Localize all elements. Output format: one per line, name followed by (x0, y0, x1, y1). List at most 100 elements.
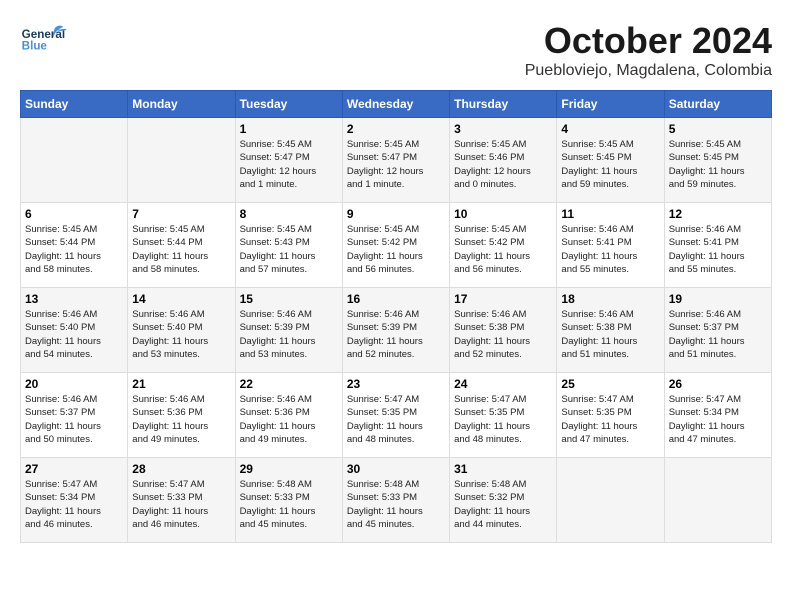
day-number: 19 (669, 292, 767, 306)
day-number: 17 (454, 292, 552, 306)
calendar-cell: 1 Sunrise: 5:45 AMSunset: 5:47 PMDaylight… (235, 118, 342, 203)
calendar-cell: 6 Sunrise: 5:45 AMSunset: 5:44 PMDaylight… (21, 203, 128, 288)
day-number: 4 (561, 122, 659, 136)
calendar-cell: 19 Sunrise: 5:46 AMSunset: 5:37 PMDayligh… (664, 288, 771, 373)
calendar-cell: 22 Sunrise: 5:46 AMSunset: 5:36 PMDayligh… (235, 373, 342, 458)
logo-icon: General Blue (20, 20, 70, 60)
day-info: Sunrise: 5:45 AMSunset: 5:42 PMDaylight:… (347, 223, 445, 276)
calendar-cell: 31Sunrise: 5:48 AMSunset: 5:32 PMDayligh… (450, 458, 557, 543)
month-title: October 2024 (525, 20, 772, 62)
calendar-cell: 14 Sunrise: 5:46 AMSunset: 5:40 PMDayligh… (128, 288, 235, 373)
calendar-cell: 16 Sunrise: 5:46 AMSunset: 5:39 PMDayligh… (342, 288, 449, 373)
day-info: Sunrise: 5:46 AMSunset: 5:41 PMDaylight:… (561, 223, 659, 276)
calendar-cell: 8 Sunrise: 5:45 AMSunset: 5:43 PMDaylight… (235, 203, 342, 288)
day-info: Sunrise: 5:47 AMSunset: 5:33 PMDaylight:… (132, 478, 230, 531)
title-block: October 2024 Puebloviejo, Magdalena, Col… (525, 20, 772, 80)
calendar-cell: 26Sunrise: 5:47 AMSunset: 5:34 PMDayligh… (664, 373, 771, 458)
calendar-cell: 13 Sunrise: 5:46 AMSunset: 5:40 PMDayligh… (21, 288, 128, 373)
weekday-header-wednesday: Wednesday (342, 91, 449, 118)
day-number: 13 (25, 292, 123, 306)
day-number: 2 (347, 122, 445, 136)
calendar-cell: 24Sunrise: 5:47 AMSunset: 5:35 PMDayligh… (450, 373, 557, 458)
weekday-header-thursday: Thursday (450, 91, 557, 118)
day-info: Sunrise: 5:45 AMSunset: 5:46 PMDaylight:… (454, 138, 552, 191)
svg-text:Blue: Blue (22, 40, 48, 53)
day-info: Sunrise: 5:46 AMSunset: 5:36 PMDaylight:… (132, 393, 230, 446)
calendar-cell: 20 Sunrise: 5:46 AMSunset: 5:37 PMDayligh… (21, 373, 128, 458)
week-row-3: 13 Sunrise: 5:46 AMSunset: 5:40 PMDayligh… (21, 288, 772, 373)
calendar-cell: 15 Sunrise: 5:46 AMSunset: 5:39 PMDayligh… (235, 288, 342, 373)
day-number: 14 (132, 292, 230, 306)
day-number: 5 (669, 122, 767, 136)
day-info: Sunrise: 5:48 AMSunset: 5:32 PMDaylight:… (454, 478, 552, 531)
day-info: Sunrise: 5:45 AMSunset: 5:42 PMDaylight:… (454, 223, 552, 276)
calendar-cell: 27Sunrise: 5:47 AMSunset: 5:34 PMDayligh… (21, 458, 128, 543)
calendar-cell (128, 118, 235, 203)
calendar-cell: 17 Sunrise: 5:46 AMSunset: 5:38 PMDayligh… (450, 288, 557, 373)
day-info: Sunrise: 5:45 AMSunset: 5:44 PMDaylight:… (132, 223, 230, 276)
day-number: 1 (240, 122, 338, 136)
day-info: Sunrise: 5:45 AMSunset: 5:47 PMDaylight:… (240, 138, 338, 191)
day-number: 18 (561, 292, 659, 306)
day-info: Sunrise: 5:45 AMSunset: 5:45 PMDaylight:… (561, 138, 659, 191)
day-info: Sunrise: 5:46 AMSunset: 5:37 PMDaylight:… (25, 393, 123, 446)
day-info: Sunrise: 5:47 AMSunset: 5:34 PMDaylight:… (25, 478, 123, 531)
week-row-5: 27Sunrise: 5:47 AMSunset: 5:34 PMDayligh… (21, 458, 772, 543)
calendar-cell: 18 Sunrise: 5:46 AMSunset: 5:38 PMDayligh… (557, 288, 664, 373)
day-info: Sunrise: 5:48 AMSunset: 5:33 PMDaylight:… (347, 478, 445, 531)
day-number: 20 (25, 377, 123, 391)
calendar-table: SundayMondayTuesdayWednesdayThursdayFrid… (20, 90, 772, 543)
weekday-header-row: SundayMondayTuesdayWednesdayThursdayFrid… (21, 91, 772, 118)
day-number: 21 (132, 377, 230, 391)
day-number: 9 (347, 207, 445, 221)
day-number: 22 (240, 377, 338, 391)
day-number: 24 (454, 377, 552, 391)
logo: General Blue (20, 20, 70, 60)
day-number: 7 (132, 207, 230, 221)
day-number: 29 (240, 462, 338, 476)
calendar-cell: 21 Sunrise: 5:46 AMSunset: 5:36 PMDayligh… (128, 373, 235, 458)
weekday-header-sunday: Sunday (21, 91, 128, 118)
day-info: Sunrise: 5:46 AMSunset: 5:38 PMDaylight:… (454, 308, 552, 361)
calendar-cell: 23 Sunrise: 5:47 AMSunset: 5:35 PMDayligh… (342, 373, 449, 458)
day-info: Sunrise: 5:47 AMSunset: 5:35 PMDaylight:… (347, 393, 445, 446)
day-info: Sunrise: 5:45 AMSunset: 5:45 PMDaylight:… (669, 138, 767, 191)
day-number: 15 (240, 292, 338, 306)
day-info: Sunrise: 5:46 AMSunset: 5:40 PMDaylight:… (132, 308, 230, 361)
calendar-cell: 3Sunrise: 5:45 AMSunset: 5:46 PMDaylight… (450, 118, 557, 203)
day-info: Sunrise: 5:48 AMSunset: 5:33 PMDaylight:… (240, 478, 338, 531)
calendar-cell: 28Sunrise: 5:47 AMSunset: 5:33 PMDayligh… (128, 458, 235, 543)
calendar-cell: 25 Sunrise: 5:47 AMSunset: 5:35 PMDayligh… (557, 373, 664, 458)
day-info: Sunrise: 5:45 AMSunset: 5:47 PMDaylight:… (347, 138, 445, 191)
calendar-cell: 10 Sunrise: 5:45 AMSunset: 5:42 PMDayligh… (450, 203, 557, 288)
calendar-cell: 5 Sunrise: 5:45 AMSunset: 5:45 PMDaylight… (664, 118, 771, 203)
day-info: Sunrise: 5:46 AMSunset: 5:40 PMDaylight:… (25, 308, 123, 361)
calendar-cell (557, 458, 664, 543)
day-number: 25 (561, 377, 659, 391)
calendar-cell: 2 Sunrise: 5:45 AMSunset: 5:47 PMDaylight… (342, 118, 449, 203)
day-info: Sunrise: 5:47 AMSunset: 5:35 PMDaylight:… (561, 393, 659, 446)
day-number: 23 (347, 377, 445, 391)
day-info: Sunrise: 5:46 AMSunset: 5:36 PMDaylight:… (240, 393, 338, 446)
week-row-4: 20 Sunrise: 5:46 AMSunset: 5:37 PMDayligh… (21, 373, 772, 458)
location-title: Puebloviejo, Magdalena, Colombia (525, 62, 772, 80)
day-number: 6 (25, 207, 123, 221)
day-info: Sunrise: 5:46 AMSunset: 5:39 PMDaylight:… (240, 308, 338, 361)
day-number: 10 (454, 207, 552, 221)
day-info: Sunrise: 5:45 AMSunset: 5:44 PMDaylight:… (25, 223, 123, 276)
calendar-cell: 11Sunrise: 5:46 AMSunset: 5:41 PMDayligh… (557, 203, 664, 288)
calendar-cell (21, 118, 128, 203)
day-info: Sunrise: 5:46 AMSunset: 5:38 PMDaylight:… (561, 308, 659, 361)
day-info: Sunrise: 5:46 AMSunset: 5:39 PMDaylight:… (347, 308, 445, 361)
day-number: 12 (669, 207, 767, 221)
day-number: 16 (347, 292, 445, 306)
day-info: Sunrise: 5:46 AMSunset: 5:37 PMDaylight:… (669, 308, 767, 361)
calendar-cell (664, 458, 771, 543)
weekday-header-saturday: Saturday (664, 91, 771, 118)
calendar-cell: 29 Sunrise: 5:48 AMSunset: 5:33 PMDayligh… (235, 458, 342, 543)
calendar-cell: 30 Sunrise: 5:48 AMSunset: 5:33 PMDayligh… (342, 458, 449, 543)
calendar-cell: 9 Sunrise: 5:45 AMSunset: 5:42 PMDaylight… (342, 203, 449, 288)
day-number: 30 (347, 462, 445, 476)
day-info: Sunrise: 5:45 AMSunset: 5:43 PMDaylight:… (240, 223, 338, 276)
day-number: 8 (240, 207, 338, 221)
